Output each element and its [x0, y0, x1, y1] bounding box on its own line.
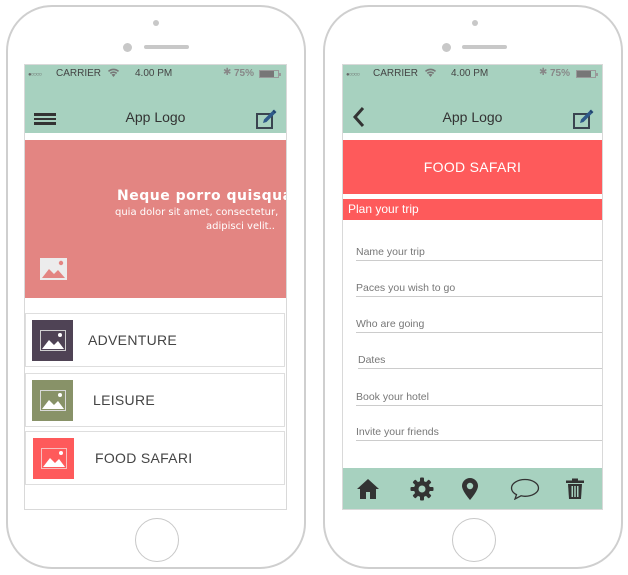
wifi-icon [107, 67, 120, 81]
tab-settings[interactable] [408, 477, 436, 501]
invite-friends-field[interactable] [356, 419, 602, 441]
image-icon [33, 438, 74, 479]
speaker-grille [462, 45, 507, 49]
image-icon [32, 320, 73, 361]
category-label: LEISURE [93, 392, 156, 408]
signal-dots-icon: ●○○○○ [346, 72, 360, 78]
tab-chat[interactable] [509, 477, 541, 501]
nav-bar: App Logo [343, 83, 602, 133]
app-logo-title: App Logo [125, 109, 186, 125]
edit-icon[interactable] [256, 108, 278, 130]
tab-home[interactable] [354, 477, 382, 501]
signal-dots-icon: ●○○○○ [28, 72, 42, 78]
section-header: Plan your trip [343, 199, 602, 220]
list-item-adventure[interactable]: ADVENTURE [25, 313, 285, 367]
hotel-input[interactable] [356, 391, 602, 403]
image-placeholder-icon [40, 258, 67, 285]
front-sensor [442, 43, 451, 52]
food-safari-banner: FOOD SAFARI [343, 140, 602, 194]
hero-title: Neque porro quisquam [117, 188, 286, 204]
camera-dot [472, 20, 478, 26]
section-title: Plan your trip [348, 202, 419, 216]
clock-label: 4.00 PM [135, 68, 173, 79]
status-bar: ●○○○○ CARRIER 4.00 PM ✱ 75% [343, 65, 602, 83]
bluetooth-icon: ✱ [539, 67, 548, 78]
map-pin-icon [462, 478, 478, 500]
home-icon [357, 479, 379, 499]
gear-icon [410, 477, 434, 501]
battery-percent: 75% [234, 68, 255, 79]
front-sensor [123, 43, 132, 52]
tab-bar [343, 468, 602, 509]
clock-label: 4.00 PM [451, 68, 489, 79]
camera-dot [153, 20, 159, 26]
status-bar: ●○○○○ CARRIER 4.00 PM ✱ 75% [25, 65, 286, 83]
banner-title: FOOD SAFARI [423, 159, 522, 175]
battery-icon [259, 70, 281, 78]
battery-icon [576, 70, 598, 78]
dates-field[interactable] [358, 347, 602, 369]
trash-icon [566, 478, 584, 499]
places-input[interactable] [356, 282, 602, 294]
home-button[interactable] [452, 518, 496, 562]
trip-name-input[interactable] [356, 246, 602, 258]
list-item-food-safari[interactable]: FOOD SAFARI [25, 431, 285, 485]
edit-icon[interactable] [573, 108, 595, 130]
bluetooth-icon: ✱ [223, 67, 232, 78]
home-button[interactable] [135, 518, 179, 562]
hotel-field[interactable] [356, 384, 602, 406]
app-logo-title: App Logo [442, 109, 503, 125]
nav-bar: App Logo [25, 83, 286, 133]
category-label: FOOD SAFARI [95, 450, 193, 466]
who-going-input[interactable] [356, 318, 602, 330]
hero-banner[interactable]: Neque porro quisquam quia dolor sit amet… [25, 140, 286, 298]
screen-plan-trip: ●○○○○ CARRIER 4.00 PM ✱ 75% App Logo FOO… [342, 64, 603, 510]
category-label: ADVENTURE [88, 332, 178, 348]
image-icon [32, 380, 73, 421]
invite-friends-input[interactable] [356, 426, 602, 438]
screen-home: ●○○○○ CARRIER 4.00 PM ✱ 75% App Logo Neq… [24, 64, 287, 510]
hero-subtitle-2: adipisci velit.. [206, 221, 275, 232]
tab-delete[interactable] [561, 477, 589, 501]
hero-subtitle: quia dolor sit amet, consectetur, [115, 207, 279, 218]
trip-name-field[interactable] [356, 239, 602, 261]
dates-input[interactable] [358, 354, 602, 366]
speaker-grille [144, 45, 189, 49]
battery-percent: 75% [550, 68, 571, 79]
who-going-field[interactable] [356, 311, 602, 333]
carrier-label: CARRIER [373, 68, 419, 79]
chat-bubble-icon [510, 478, 540, 500]
wifi-icon [424, 67, 437, 81]
tab-location[interactable] [456, 477, 484, 501]
list-item-leisure[interactable]: LEISURE [25, 373, 285, 427]
carrier-label: CARRIER [56, 68, 102, 79]
places-field[interactable] [356, 275, 602, 297]
